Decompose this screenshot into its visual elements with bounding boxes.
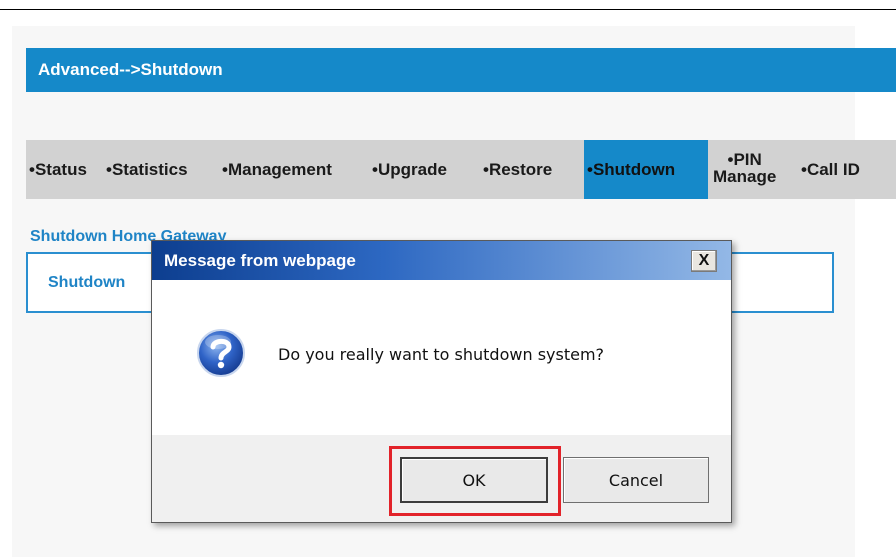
dialog-titlebar[interactable]: Message from webpage X [152, 241, 731, 280]
menu-item-pin-line2: Manage [713, 166, 777, 186]
dialog-message: Do you really want to shutdown system? [278, 345, 605, 364]
menu-item-pin-manage[interactable]: •PIN Manage [710, 140, 798, 199]
shutdown-button[interactable]: Shutdown [48, 274, 125, 292]
advanced-menu-bar: •Status •Statistics •Management •Upgrade… [26, 140, 896, 199]
page-title: Advanced-->Shutdown [26, 48, 896, 92]
menu-item-pin-line1: •PIN [727, 149, 762, 169]
menu-item-shutdown[interactable]: •Shutdown [584, 140, 708, 199]
ok-button[interactable]: OK [400, 457, 548, 503]
menu-item-upgrade[interactable]: •Upgrade [369, 140, 480, 199]
menu-item-statistics[interactable]: •Statistics [103, 140, 219, 199]
menu-item-management[interactable]: •Management [219, 140, 369, 199]
message-dialog: Message from webpage X Do you really wan… [151, 240, 732, 523]
menu-item-call-id[interactable]: •Call ID [798, 140, 896, 199]
cancel-button[interactable]: Cancel [563, 457, 709, 503]
close-icon: X [698, 252, 710, 269]
close-button[interactable]: X [691, 250, 717, 272]
dialog-body: Do you really want to shutdown system? [152, 280, 731, 435]
menu-item-status[interactable]: •Status [26, 140, 103, 199]
top-divider [0, 9, 896, 10]
question-icon [197, 329, 245, 377]
dialog-title: Message from webpage [164, 251, 356, 270]
menu-item-restore[interactable]: •Restore [480, 140, 582, 199]
